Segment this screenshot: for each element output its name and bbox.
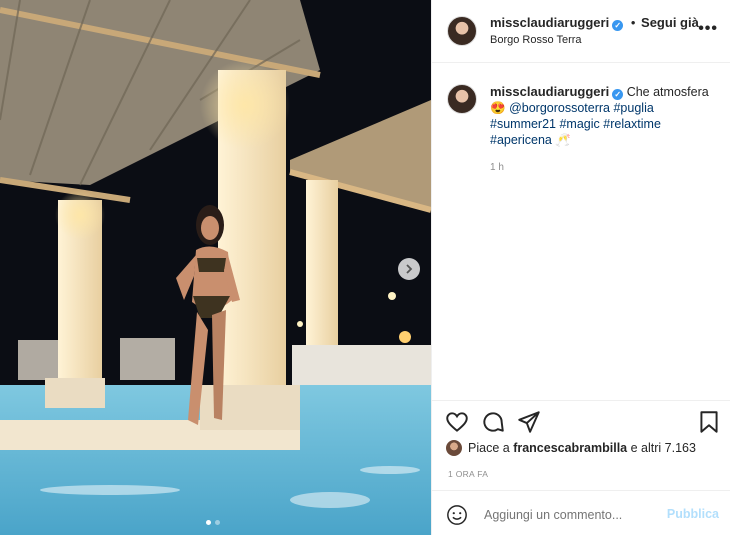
caption-tag[interactable]: #magic [559, 117, 599, 131]
post-header: missclaudiaruggeri ✓ • Segui già Borgo Ro… [432, 0, 730, 63]
likes-line: Piace a francescabrambilla e altri 7.163 [446, 440, 696, 456]
carousel-dot-1 [206, 520, 211, 525]
caption-tag[interactable]: @borgorossoterra [509, 101, 610, 115]
author-avatar[interactable] [447, 16, 477, 46]
publish-button[interactable]: Pubblica [667, 507, 719, 521]
bookmark-icon[interactable] [696, 409, 722, 435]
follow-separator: • [630, 15, 636, 30]
caption-tag[interactable]: #apericena [490, 133, 552, 147]
post-photo[interactable] [0, 0, 431, 535]
post-location[interactable]: Borgo Rosso Terra [490, 34, 582, 46]
author-line: missclaudiaruggeri ✓ • Segui già [490, 15, 699, 31]
caption-tag[interactable]: #summer21 [490, 117, 556, 131]
caption-tag[interactable]: #puglia [613, 101, 653, 115]
next-photo-button[interactable] [398, 258, 420, 280]
follow-button[interactable]: Segui già [641, 15, 699, 30]
chevron-right-icon [406, 264, 413, 274]
carousel-indicator [206, 520, 220, 525]
verified-icon: ✓ [612, 20, 624, 31]
action-bar [432, 400, 730, 441]
carousel-dot-2 [215, 520, 220, 525]
pool-night-scene [0, 0, 431, 535]
caption-text: missclaudiaruggeri ✓ Che atmosfera 😍 @bor… [490, 84, 715, 148]
caption-time[interactable]: 1 h [490, 162, 504, 173]
caption-tag[interactable]: #relaxtime [603, 117, 661, 131]
likes-prefix: Piace a [468, 441, 510, 455]
author-username[interactable]: missclaudiaruggeri [490, 15, 609, 30]
post-side-panel: missclaudiaruggeri ✓ • Segui già Borgo Ro… [431, 0, 730, 535]
caption-body: Che atmosfera [626, 85, 709, 99]
post-timestamp[interactable]: 1 ORA FA [448, 469, 488, 479]
liker-username[interactable]: francescabrambilla [513, 441, 627, 455]
comment-input[interactable] [482, 507, 656, 523]
caption-username[interactable]: missclaudiaruggeri [490, 84, 609, 99]
emoji-heart-eyes: 😍 [490, 101, 506, 115]
heart-icon[interactable] [444, 409, 470, 435]
share-icon[interactable] [516, 409, 542, 435]
emoji-clinking-glasses: 🥂 [555, 133, 571, 147]
comment-bar: Pubblica [432, 490, 730, 536]
verified-icon: ✓ [612, 89, 624, 100]
caption-avatar[interactable] [447, 84, 477, 114]
emoji-icon[interactable] [446, 504, 468, 526]
likes-count[interactable]: e altri 7.163 [631, 441, 696, 455]
more-icon[interactable]: ••• [698, 20, 718, 38]
comment-icon[interactable] [480, 409, 506, 435]
liker-avatar[interactable] [446, 440, 462, 456]
